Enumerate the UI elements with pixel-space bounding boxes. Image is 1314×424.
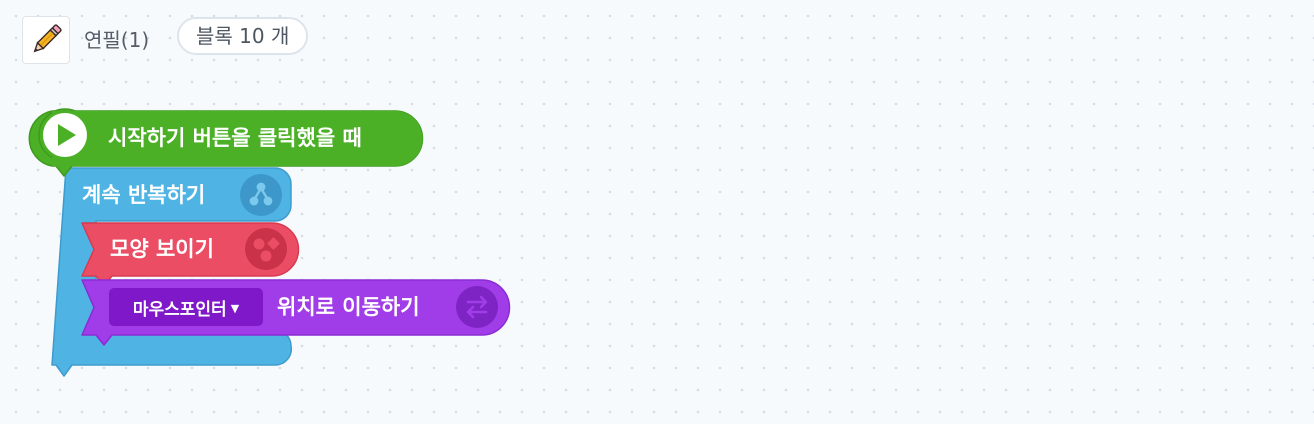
move-target-value: 마우스포인터 bbox=[132, 299, 227, 320]
caret-down-icon: ▼ bbox=[230, 301, 240, 315]
move-target-dropdown[interactable]: 마우스포인터 ▼ bbox=[109, 288, 263, 326]
block-script bbox=[28, 108, 511, 377]
start-block-label: 시작하기 버튼을 클릭했을 때 bbox=[108, 126, 362, 150]
show-block-label: 모양 보이기 bbox=[110, 237, 214, 261]
loop-block-label: 계속 반복하기 bbox=[82, 183, 206, 207]
move-icon-bg bbox=[456, 286, 498, 328]
shapes-icon-bg bbox=[245, 228, 287, 270]
loop-icon-bg bbox=[240, 174, 282, 216]
move-block-label: 위치로 이동하기 bbox=[277, 295, 420, 319]
